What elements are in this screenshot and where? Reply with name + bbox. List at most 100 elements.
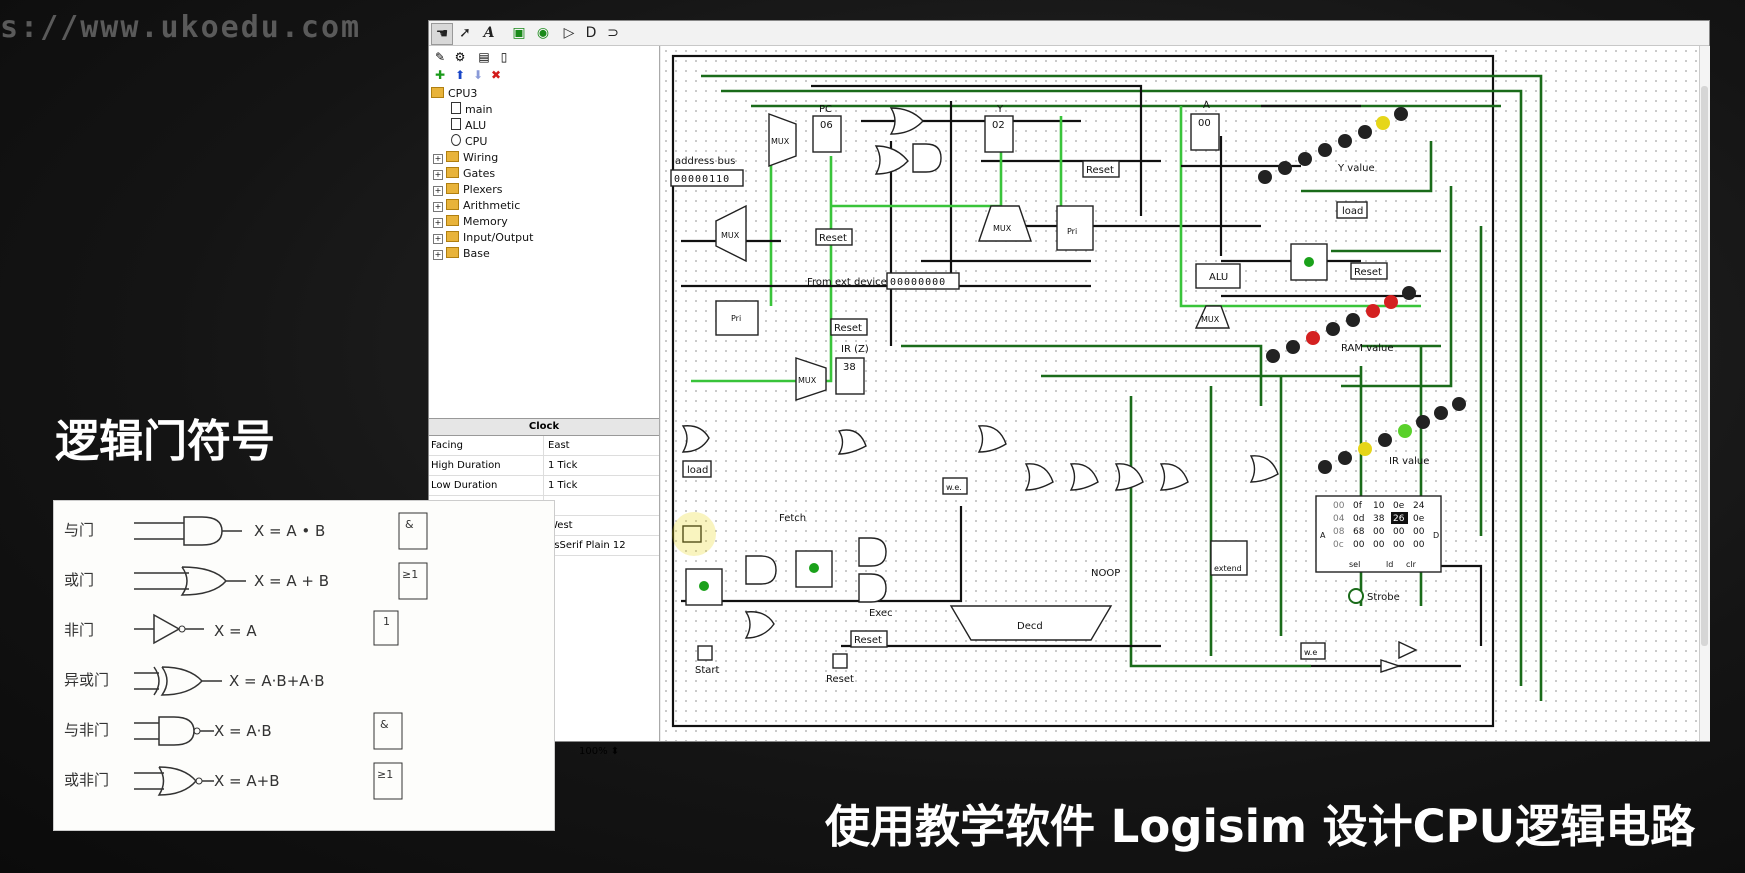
scroll-thumb[interactable] xyxy=(1701,86,1708,646)
layout-icon[interactable]: ▤ xyxy=(475,48,493,66)
move-down-icon[interactable]: ⬇ xyxy=(469,66,487,84)
attr-row[interactable]: Facing East xyxy=(429,436,659,456)
tree-root[interactable]: CPU3 xyxy=(429,86,659,102)
a-label: A xyxy=(1203,100,1210,111)
strobe-label: Strobe xyxy=(1367,592,1400,603)
tree-circuit-cpu[interactable]: CPU xyxy=(429,134,659,150)
y-label: Y xyxy=(996,104,1004,115)
or-gate[interactable] xyxy=(1069,463,1099,491)
and-gate-1[interactable] xyxy=(912,143,942,173)
tree-lib-io[interactable]: + Input/Output xyxy=(429,230,659,246)
expand-icon[interactable]: + xyxy=(433,250,443,260)
select-tool-icon[interactable]: ➚ xyxy=(455,23,475,43)
add-circuit-icon[interactable]: ✚ xyxy=(431,66,449,84)
ram-address: 0c xyxy=(1333,540,1344,550)
folder-icon xyxy=(446,231,459,242)
buffer-gate[interactable] xyxy=(1380,659,1402,673)
attr-value[interactable]: nsSerif Plain 12 xyxy=(544,536,626,555)
expand-icon[interactable]: + xyxy=(433,202,443,212)
tree-lib-arithmetic[interactable]: + Arithmetic xyxy=(429,198,659,214)
and-gate-3[interactable] xyxy=(858,573,887,603)
tree-lib-gates[interactable]: + Gates xyxy=(429,166,659,182)
start-button[interactable] xyxy=(697,645,713,661)
or-gate-icon[interactable]: ⊃ xyxy=(603,23,623,43)
or-gate[interactable] xyxy=(837,429,867,455)
attr-row[interactable]: Low Duration 1 Tick xyxy=(429,476,659,496)
attr-value[interactable]: 1 Tick xyxy=(544,476,577,495)
expand-icon[interactable]: + xyxy=(433,218,443,228)
and-gate-icon[interactable]: D xyxy=(581,23,601,43)
or-gate[interactable] xyxy=(1114,463,1144,491)
state-led xyxy=(699,581,709,591)
pri-label: Pri xyxy=(731,314,741,323)
reset-button[interactable] xyxy=(832,653,848,669)
ram-cell: 00 xyxy=(1413,540,1425,550)
led xyxy=(1326,322,1340,336)
ram-ld: ld xyxy=(1386,560,1393,569)
tree-circuit-alu[interactable]: ALU xyxy=(429,118,659,134)
vertical-scrollbar[interactable] xyxy=(1699,46,1710,741)
tree-lib-wiring[interactable]: + Wiring xyxy=(429,150,659,166)
or-gate-2[interactable] xyxy=(874,145,909,175)
folder-icon xyxy=(446,247,459,258)
hand-tool-icon[interactable]: ☚ xyxy=(431,23,453,45)
expand-icon[interactable]: + xyxy=(433,186,443,196)
led xyxy=(1398,424,1412,438)
or-gate[interactable] xyxy=(977,425,1007,453)
zoom-spinner-icon[interactable]: ⬍ xyxy=(611,746,619,757)
tree-lib-memory[interactable]: + Memory xyxy=(429,214,659,230)
tree-lib-plexers[interactable]: + Plexers xyxy=(429,182,659,198)
not-gate-icon[interactable]: ▷ xyxy=(559,23,579,43)
delete-icon[interactable]: ✖ xyxy=(487,66,505,84)
expand-icon[interactable]: + xyxy=(433,154,443,164)
input-pin-icon[interactable]: ▣ xyxy=(509,23,529,43)
led xyxy=(1306,331,1320,345)
tree-circuit-main[interactable]: main xyxy=(429,102,659,118)
appearance-icon[interactable]: ⚙ xyxy=(451,48,469,66)
gate-eq: X = A + B xyxy=(254,572,329,590)
a-register-value: 00 xyxy=(1198,118,1211,129)
ir-label: IR (Z) xyxy=(841,344,869,355)
or-gate[interactable] xyxy=(1249,455,1279,483)
zoom-control[interactable]: 100% ⬍ xyxy=(579,746,619,757)
attr-value[interactable]: 1 Tick xyxy=(544,456,577,475)
expand-icon[interactable]: + xyxy=(433,234,443,244)
gate-eq: X = A·B+A·B xyxy=(229,672,325,690)
output-pin-icon[interactable]: ◉ xyxy=(533,23,553,43)
reset-label: Reset xyxy=(854,635,882,646)
and-gate-fetch[interactable] xyxy=(745,555,777,585)
ram-cell: 26 xyxy=(1393,514,1405,524)
led xyxy=(1338,451,1352,465)
nand-bubble xyxy=(193,727,201,735)
move-up-icon[interactable]: ⬆ xyxy=(451,66,469,84)
strobe-led xyxy=(1348,588,1364,604)
or-gate-exec[interactable] xyxy=(744,611,775,639)
cursor-highlight xyxy=(672,512,716,556)
page-icon[interactable]: ▯ xyxy=(495,48,513,66)
address-bus-label: address bus xyxy=(675,156,735,167)
or-gate-1[interactable] xyxy=(889,107,924,135)
magnifier-icon xyxy=(451,134,461,146)
expand-icon[interactable]: + xyxy=(433,170,443,180)
circuit-canvas[interactable]: .k{stroke:#111;stroke-width:2.2;fill:non… xyxy=(661,46,1699,741)
ram-cell: 68 xyxy=(1353,527,1365,537)
iec-label: 1 xyxy=(383,615,390,628)
or-gate[interactable] xyxy=(1024,463,1054,491)
and-gate-2[interactable] xyxy=(858,537,887,567)
or-gate-load[interactable] xyxy=(681,425,710,453)
not-gate[interactable] xyxy=(1398,640,1418,660)
attr-row[interactable]: High Duration 1 Tick xyxy=(429,456,659,476)
ext-device-label: From ext device xyxy=(807,277,887,288)
zoom-value: 100% xyxy=(579,746,608,757)
ram-cell: 0d xyxy=(1353,514,1364,524)
led xyxy=(1346,313,1360,327)
ram-address: 04 xyxy=(1333,514,1345,524)
gate-name: 或门 xyxy=(64,571,94,589)
text-tool-icon[interactable]: A xyxy=(479,23,499,43)
gate-row-not: 非门 X = A 1 xyxy=(64,610,399,646)
tree-lib-base[interactable]: + Base xyxy=(429,246,659,262)
attr-value[interactable]: East xyxy=(544,436,570,455)
or-gate[interactable] xyxy=(1159,463,1189,491)
edit-icon[interactable]: ✎ xyxy=(431,48,449,66)
fetch-label: Fetch xyxy=(779,513,806,524)
